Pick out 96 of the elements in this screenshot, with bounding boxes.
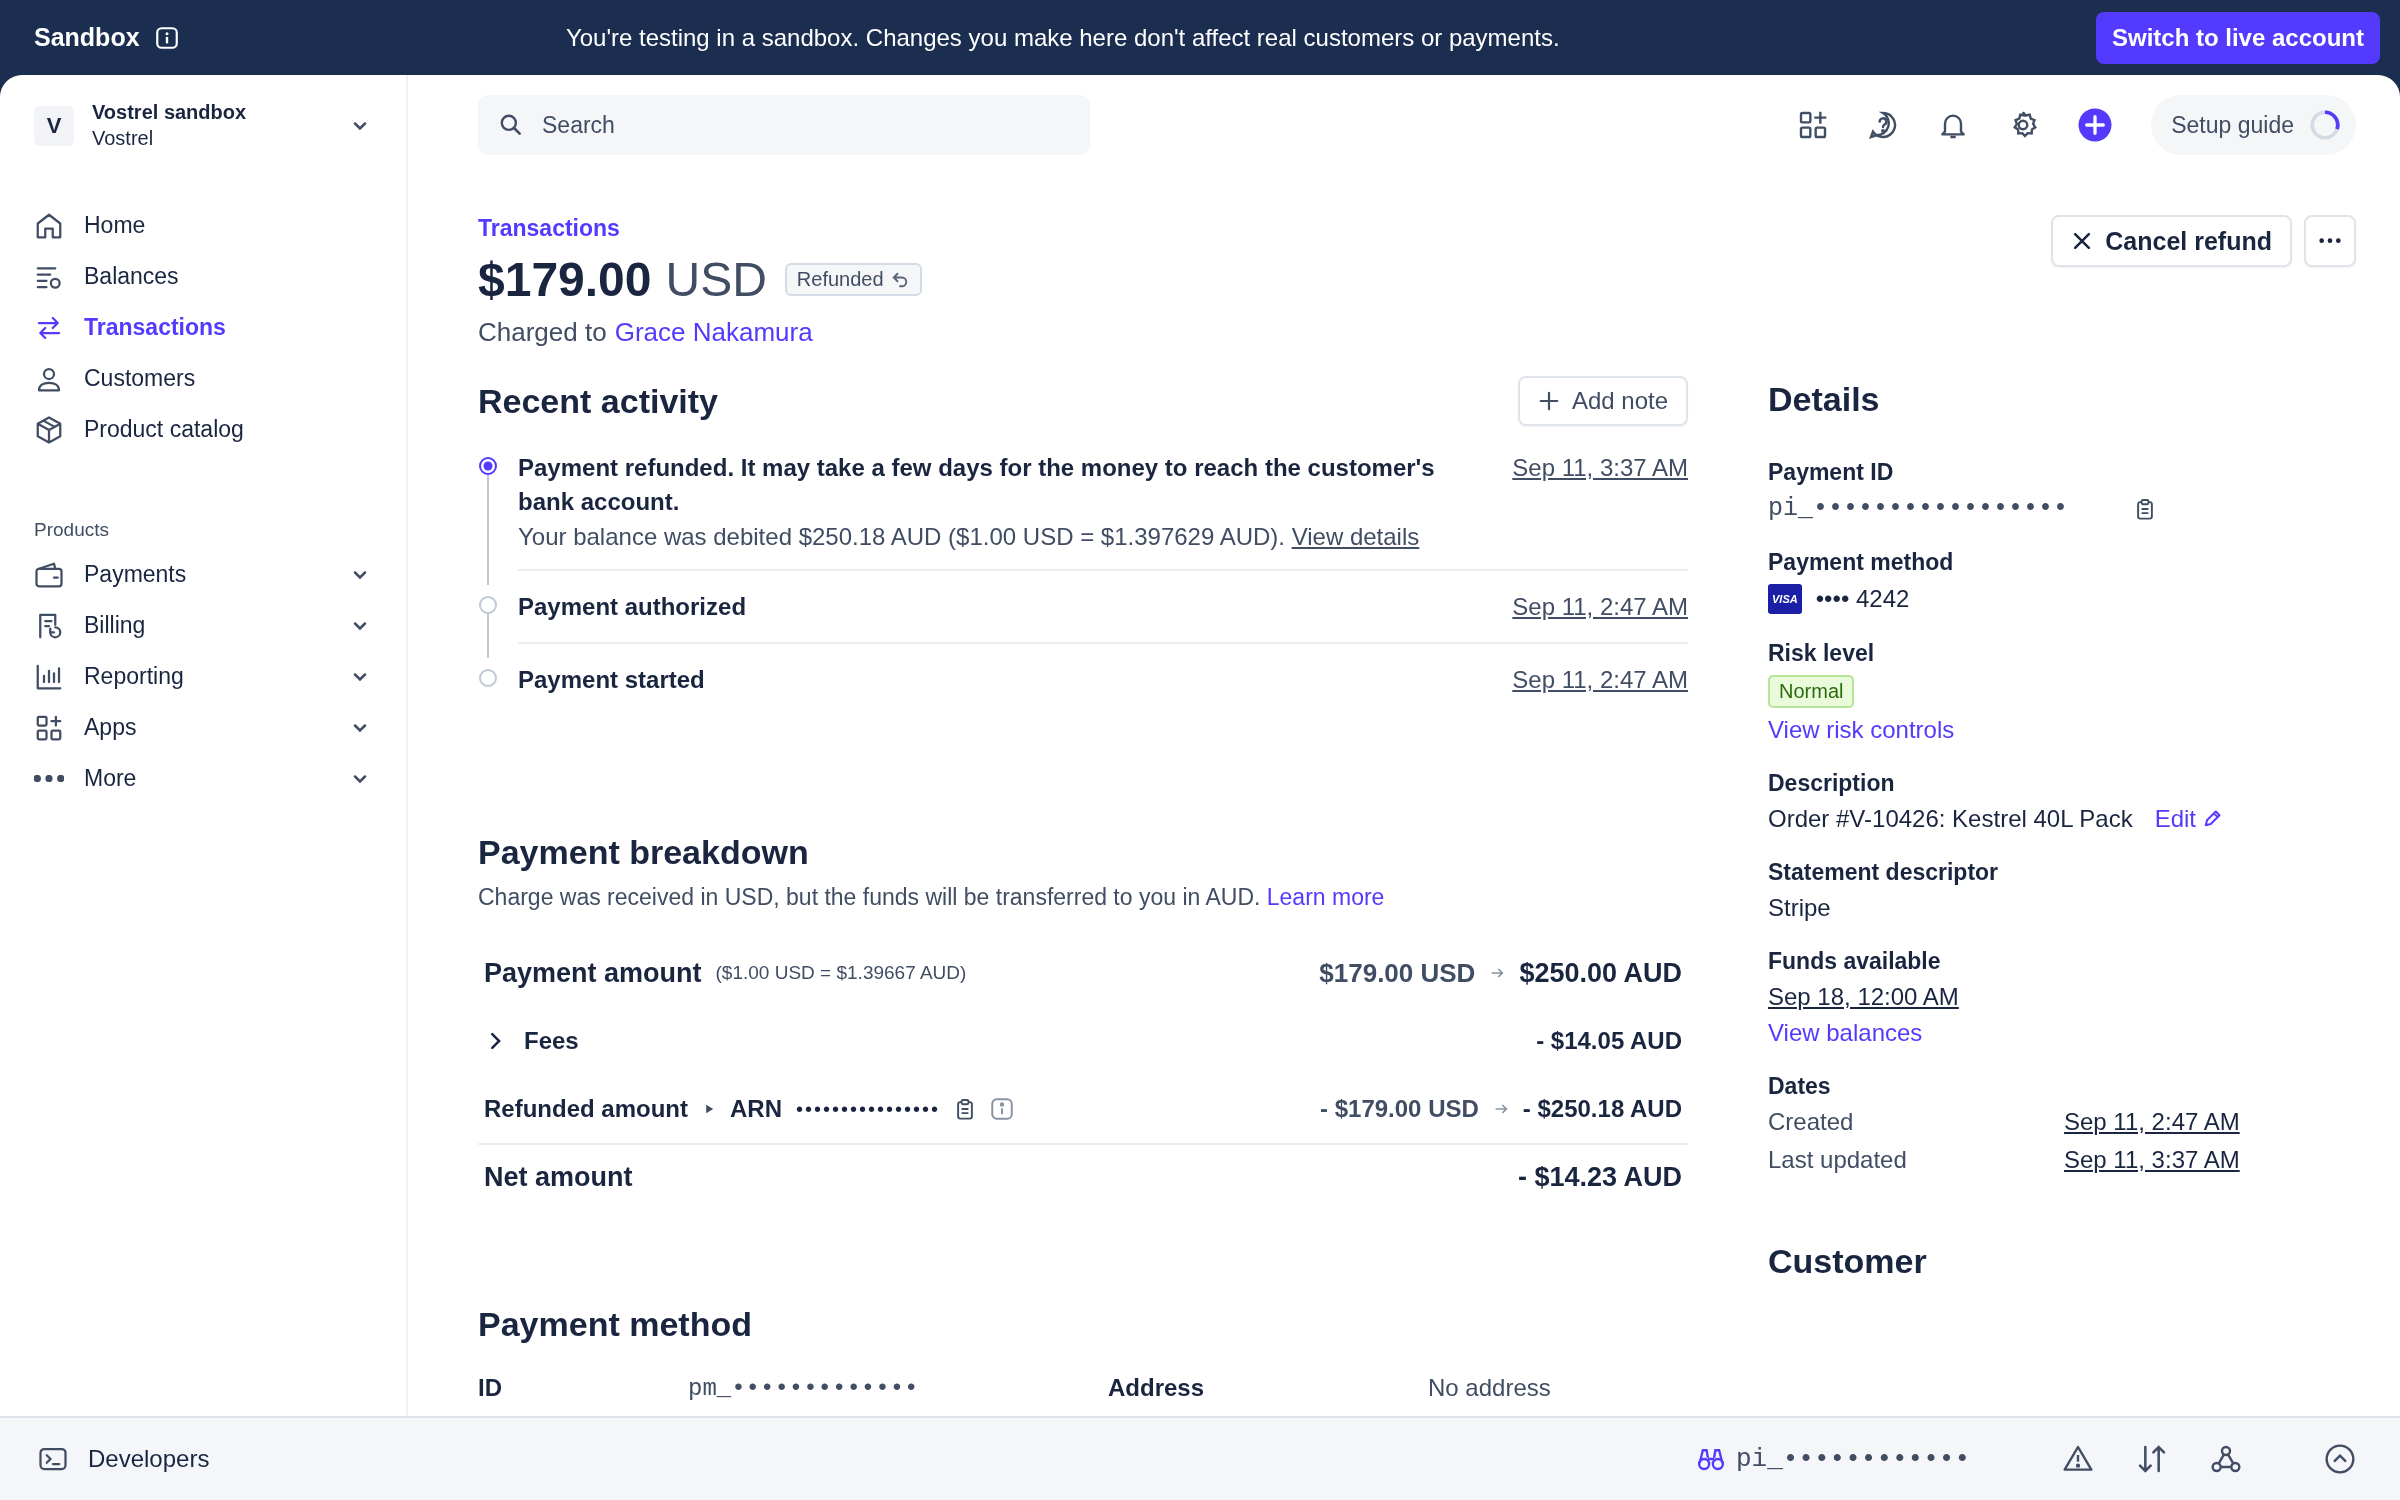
payment-id: pi_••••••••••••••••• — [1768, 494, 2069, 523]
event-detail: Your balance was debited $250.18 AUD ($1.00 USD = $1.397629 AUD). View details — [518, 523, 1421, 551]
view-details-link[interactable]: View details — [1291, 523, 1420, 550]
card-brand-logo: VISA — [1768, 584, 1802, 614]
details-title: Details — [1768, 380, 1880, 419]
field-label: Risk level — [1768, 640, 1875, 667]
section-heading: Products — [34, 519, 110, 541]
more-dots-icon — [2319, 238, 2341, 244]
breakdown-label: Fees — [524, 1027, 579, 1055]
breakdown-label: Refunded amount — [484, 1095, 688, 1123]
switch-live-button[interactable]: Switch to live account — [2095, 11, 2380, 64]
arn-label: ARN — [730, 1095, 782, 1123]
plus-icon — [1537, 390, 1560, 412]
field-label: Dates — [1768, 1073, 1831, 1100]
card-number: •••• 4242 — [1815, 585, 1910, 613]
account-name: Vostrel sandbox — [92, 101, 248, 124]
view-balances-link[interactable]: View balances — [1768, 1019, 1923, 1047]
nav-item[interactable]: Apps — [34, 702, 370, 753]
status-badge: Refunded — [784, 263, 922, 296]
field-label: ID — [478, 1374, 503, 1402]
nav-item[interactable]: Home — [34, 200, 370, 251]
amount-value: - $250.18 AUD — [1522, 1095, 1682, 1123]
funds-date-link[interactable]: Sep 18, 12:00 AM — [1768, 983, 1959, 1011]
nav-item[interactable]: Balances — [34, 251, 370, 302]
field-label: Payment method — [1768, 549, 1954, 576]
search-icon — [498, 112, 524, 138]
date-link[interactable]: Sep 11, 3:37 AM — [2064, 1146, 2240, 1174]
currency: USD — [665, 252, 767, 307]
section-title: Recent activity — [478, 381, 718, 421]
more-dots-icon — [34, 775, 64, 782]
arn-value: •••••••••••••••• — [796, 1097, 941, 1121]
amount: $179.00 — [478, 252, 652, 307]
field-value: No address — [1428, 1374, 1552, 1402]
field-label: Address — [1108, 1374, 1206, 1402]
date-label: Created — [1768, 1108, 1855, 1136]
exchange-rate: ($1.00 USD = $1.39667 AUD) — [715, 962, 967, 984]
chevron-up-circle-icon[interactable] — [2324, 1443, 2356, 1475]
nav-item[interactable]: Reporting — [34, 651, 370, 702]
setup-guide-button[interactable]: Setup guide — [2151, 95, 2356, 155]
sort-arrows-icon[interactable] — [2136, 1443, 2168, 1475]
date-label: Last updated — [1768, 1146, 1908, 1174]
breadcrumb-link[interactable]: Transactions — [478, 215, 620, 242]
amount-from: - $179.00 USD — [1320, 1095, 1479, 1123]
nav-item[interactable]: Billing — [34, 600, 370, 651]
developers-button[interactable]: Developers — [38, 1444, 210, 1474]
field-label: Description — [1768, 770, 1895, 797]
cube-icon — [34, 414, 64, 445]
section-title: Payment breakdown — [478, 833, 810, 872]
event-title: Payment refunded. It may take a few days for the money to reach the customer's bank account. — [518, 453, 1436, 517]
sandbox-label: Sandbox — [34, 23, 140, 52]
edit-link[interactable]: Edit — [2154, 805, 2222, 833]
add-note-button[interactable]: Add note — [1517, 376, 1688, 426]
progress-ring-icon — [2308, 108, 2342, 142]
event-time-link[interactable]: Sep 11, 2:47 AM — [1512, 590, 1688, 624]
section-title: Payment method — [478, 1305, 753, 1344]
account-switcher[interactable]: V Vostrel sandbox Vostrel — [34, 101, 370, 150]
breakdown-label: Payment amount — [484, 957, 702, 989]
section-title: Customer — [1768, 1242, 1927, 1281]
breakdown-label: Net amount — [484, 1161, 633, 1193]
account-avatar: V — [34, 105, 74, 146]
search-field[interactable]: Search — [478, 95, 1090, 155]
breakdown-note: Charge was received in USD, but the funds will be transferred to you in AUD. Learn more — [478, 884, 1386, 911]
amount-value: $250.00 AUD — [1519, 957, 1682, 989]
description-value: Order #V-10426: Kestrel 40L Pack — [1768, 805, 2133, 833]
pencil-icon — [2202, 809, 2222, 829]
sandbox-message: You're testing in a sandbox. Changes you make here don't affect real customers or payments. — [564, 23, 1561, 52]
search-input[interactable]: Search — [540, 110, 1070, 140]
statement-value: Stripe — [1768, 894, 1831, 922]
nav-item[interactable]: Transactions — [34, 302, 370, 353]
amount-value: - $14.23 AUD — [1517, 1161, 1682, 1193]
event-time-link[interactable]: Sep 11, 3:37 AM — [1512, 451, 1688, 519]
risk-badge: Normal — [1768, 675, 1855, 708]
field-label: Funds available — [1768, 948, 1941, 975]
info-icon[interactable] — [153, 24, 180, 51]
create-plus-icon[interactable] — [2077, 107, 2114, 143]
nav-item[interactable]: Payments — [34, 549, 370, 600]
field-label: Statement descriptor — [1768, 859, 1999, 886]
field-label: Payment ID — [1768, 459, 1894, 486]
risk-controls-link[interactable]: View risk controls — [1768, 716, 1955, 744]
event-title: Payment started — [518, 665, 705, 695]
account-org: Vostrel — [92, 127, 155, 150]
charged-label: Charged to — [478, 317, 607, 348]
field-value: pm_••••••••••••• — [688, 1374, 920, 1402]
nav-item[interactable]: Product catalog — [34, 404, 370, 455]
amount-value: - $14.05 AUD — [1536, 1027, 1682, 1055]
amount-from: $179.00 USD — [1319, 957, 1476, 989]
nav-item[interactable]: Customers — [34, 353, 370, 404]
webhook-icon[interactable] — [2210, 1443, 2242, 1475]
date-link[interactable]: Sep 11, 2:47 AM — [2064, 1108, 2240, 1136]
cancel-refund-button[interactable]: Cancel refund — [2051, 215, 2292, 267]
event-time-link[interactable]: Sep 11, 2:47 AM — [1512, 663, 1688, 697]
event-title: Payment authorized — [518, 592, 747, 622]
learn-more-link[interactable]: Learn more — [1266, 884, 1385, 910]
customer-link[interactable]: Grace Nakamura — [614, 317, 813, 348]
object-id: pi_•••••••••••• — [1735, 1444, 1970, 1474]
nav-item[interactable]: More — [34, 753, 370, 804]
